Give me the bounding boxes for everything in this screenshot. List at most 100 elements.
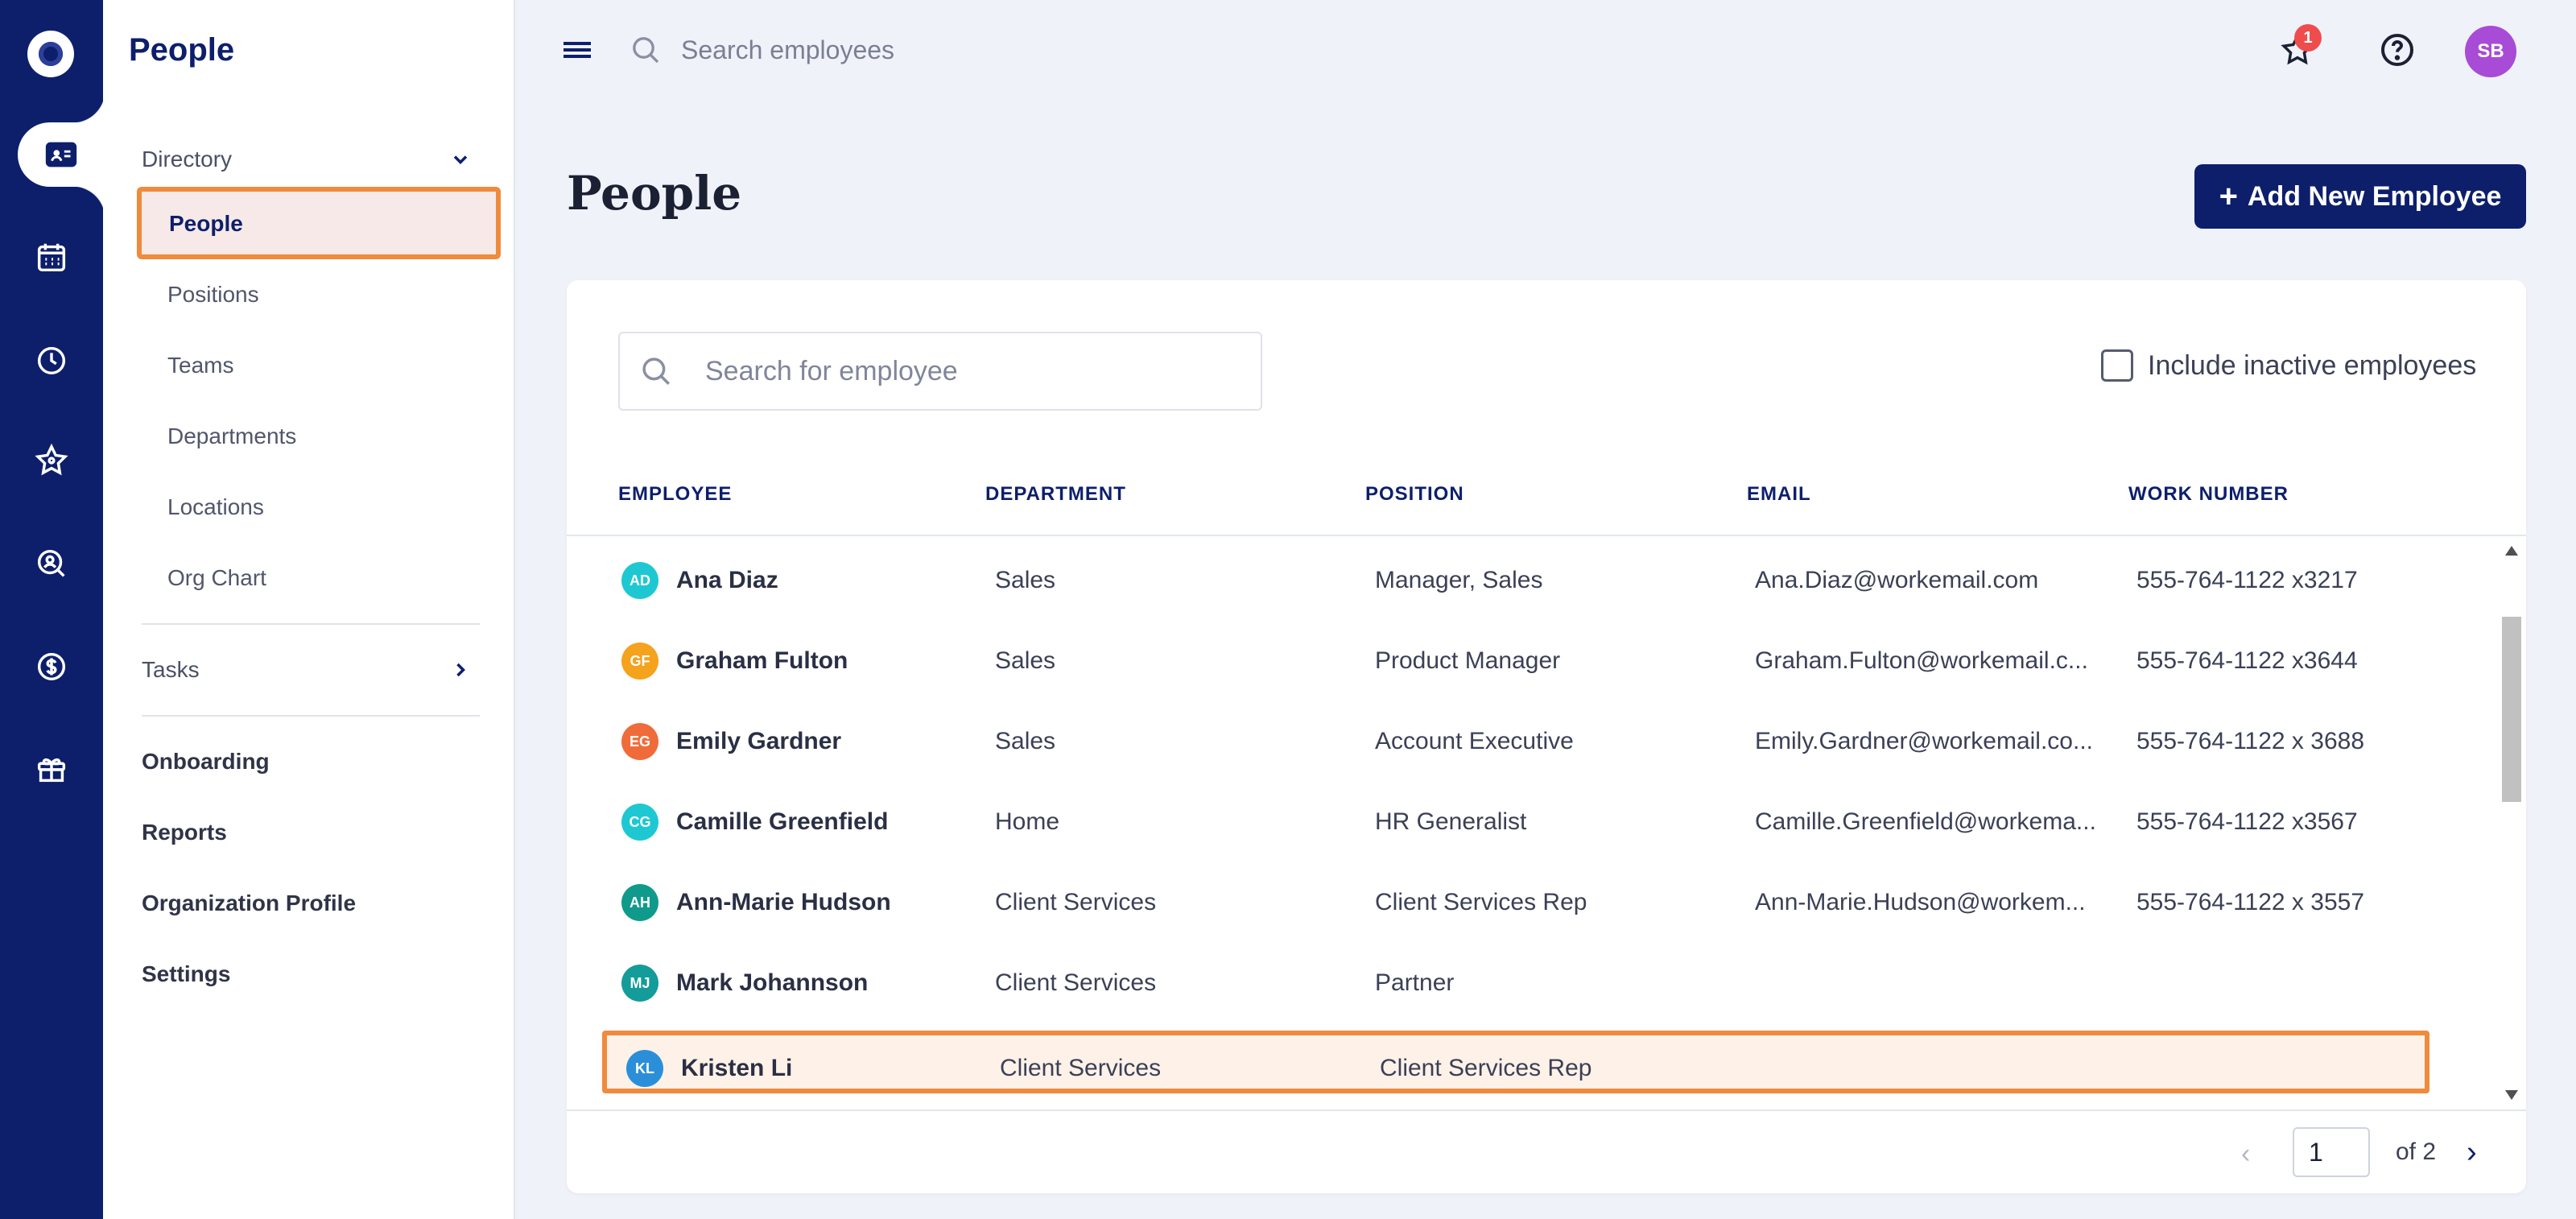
column-header-employee[interactable]: EMPLOYEE — [618, 483, 732, 506]
sidebar-section-directory[interactable]: Directory — [142, 147, 472, 172]
column-header-work-number[interactable]: WORK NUMBER — [2128, 483, 2289, 506]
employee-search[interactable] — [618, 332, 1262, 411]
include-inactive-toggle[interactable]: Include inactive employees — [2101, 349, 2476, 382]
table-row[interactable]: KL Kristen Li Client Services Client Servic… — [602, 1031, 2429, 1093]
clock-icon[interactable] — [0, 329, 103, 393]
employee-avatar: MJ — [621, 965, 658, 1002]
add-button-label: Add New Employee — [2247, 180, 2502, 212]
table-row[interactable]: GF Graham Fulton Sales Product Manager Graha… — [602, 628, 2429, 691]
employee-name[interactable]: Mark Johannson — [676, 969, 868, 997]
employee-name[interactable]: Ana Diaz — [676, 567, 778, 594]
table-row[interactable]: AD Ana Diaz Sales Manager, Sales Ana.Diaz@wo… — [602, 548, 2429, 610]
position-cell: Account Executive — [1375, 728, 1574, 754]
sidebar-item-settings[interactable]: Settings — [142, 961, 230, 987]
sidebar-item-departments[interactable]: Departments — [167, 424, 296, 449]
star-icon[interactable] — [0, 428, 103, 493]
employee-name[interactable]: Camille Greenfield — [676, 808, 888, 836]
sidebar-section-tasks[interactable]: Tasks — [142, 657, 472, 683]
chevron-right-icon — [456, 663, 465, 677]
sidebar-item-positions[interactable]: Positions — [167, 282, 259, 308]
sidebar-divider — [142, 623, 480, 625]
employee-avatar: AD — [621, 562, 658, 599]
sidebar-item-org-chart[interactable]: Org Chart — [167, 565, 266, 591]
employee-avatar: EG — [621, 723, 658, 760]
employee-name[interactable]: Graham Fulton — [676, 647, 848, 675]
position-cell: Manager, Sales — [1375, 567, 1543, 593]
employee-name[interactable]: Kristen Li — [681, 1055, 792, 1082]
sidebar-item-onboarding[interactable]: Onboarding — [142, 749, 270, 775]
department-cell: Sales — [995, 728, 1056, 754]
calendar-icon[interactable] — [0, 225, 103, 290]
sidebar-item-reports[interactable]: Reports — [142, 820, 227, 845]
directory-card-icon[interactable] — [18, 90, 105, 219]
top-search[interactable]: Search employees — [630, 34, 894, 66]
employee-name[interactable]: Emily Gardner — [676, 728, 841, 755]
person-search-icon[interactable] — [0, 531, 103, 596]
employee-avatar: GF — [621, 643, 658, 680]
table-row[interactable]: CG Camille Greenfield Home HR Generalist Cam… — [602, 789, 2429, 852]
employee-name[interactable]: Ann-Marie Hudson — [676, 889, 891, 916]
work-number-cell: 555-764-1122 x3217 — [2136, 567, 2358, 593]
column-header-position[interactable]: POSITION — [1365, 483, 1464, 506]
page-number-input[interactable] — [2293, 1127, 2370, 1177]
sidebar-section-label: Directory — [142, 147, 233, 171]
add-new-employee-button[interactable]: + Add New Employee — [2194, 164, 2526, 229]
employee-search-input[interactable] — [705, 355, 1188, 387]
position-cell: HR Generalist — [1375, 808, 1527, 835]
table-body: AD Ana Diaz Sales Manager, Sales Ana.Diaz@wo… — [567, 536, 2526, 1100]
work-number-cell: 555-764-1122 x 3557 — [2136, 889, 2365, 915]
hamburger-menu-icon[interactable] — [564, 39, 591, 61]
email-cell: Graham.Fulton@workemail.c... — [1755, 647, 2088, 674]
include-inactive-checkbox[interactable] — [2101, 349, 2133, 382]
logo-icon[interactable] — [27, 31, 74, 77]
department-cell: Sales — [995, 647, 1056, 674]
sidebar-item-teams[interactable]: Teams — [167, 353, 233, 378]
scroll-up-icon[interactable] — [2505, 546, 2518, 556]
work-number-cell: 555-764-1122 x3567 — [2136, 808, 2358, 835]
position-cell: Client Services Rep — [1380, 1055, 1592, 1081]
scrollbar-thumb[interactable] — [2502, 617, 2521, 802]
table-row[interactable]: AH Ann-Marie Hudson Client Services Client … — [602, 870, 2429, 932]
department-cell: Home — [995, 808, 1060, 835]
page-total-label: of 2 — [2396, 1138, 2437, 1165]
pagination: ‹ of 2 › — [567, 1109, 2526, 1193]
sidebar-item-organization-profile[interactable]: Organization Profile — [142, 890, 356, 916]
sidebar-item-locations[interactable]: Locations — [167, 494, 264, 520]
email-cell: Ana.Diaz@workemail.com — [1755, 567, 2039, 593]
page-title: People — [567, 166, 742, 221]
previous-page-button[interactable]: ‹ — [2241, 1138, 2250, 1170]
sidebar: People Directory People Positions Teams … — [103, 0, 515, 1219]
icon-rail — [0, 0, 105, 1219]
search-input[interactable]: Search employees — [681, 35, 894, 65]
next-page-button[interactable]: › — [2467, 1135, 2477, 1170]
sidebar-divider — [142, 715, 480, 717]
work-number-cell: 555-764-1122 x 3688 — [2136, 728, 2365, 754]
gift-icon[interactable] — [0, 736, 103, 800]
position-cell: Client Services Rep — [1375, 889, 1587, 915]
employee-avatar: KL — [626, 1050, 663, 1087]
email-cell: Ann-Marie.Hudson@workem... — [1755, 889, 2086, 915]
help-icon[interactable] — [2375, 27, 2420, 72]
chevron-down-icon — [453, 155, 468, 164]
department-cell: Client Services — [1000, 1055, 1162, 1081]
user-avatar[interactable]: SB — [2465, 26, 2516, 77]
search-icon — [633, 37, 659, 64]
table-row[interactable]: MJ Mark Johannson Client Services Partner — [602, 950, 2429, 1013]
column-header-email[interactable]: EMAIL — [1747, 483, 1811, 506]
search-icon — [642, 357, 670, 385]
column-header-department[interactable]: DEPARTMENT — [985, 483, 1126, 506]
department-cell: Client Services — [995, 889, 1157, 915]
notification-badge: 1 — [2294, 24, 2322, 52]
scroll-down-icon[interactable] — [2505, 1090, 2518, 1100]
plus-icon: + — [2219, 178, 2238, 214]
employee-avatar: CG — [621, 804, 658, 841]
include-inactive-label: Include inactive employees — [2148, 349, 2477, 381]
table-row[interactable]: EG Emily Gardner Sales Account Executive Emi… — [602, 709, 2429, 771]
sidebar-item-people[interactable]: People — [137, 187, 501, 259]
department-cell: Sales — [995, 567, 1056, 593]
dollar-icon[interactable] — [0, 634, 103, 699]
sidebar-item-label: People — [169, 211, 243, 236]
position-cell: Product Manager — [1375, 647, 1561, 674]
email-cell: Emily.Gardner@workemail.co... — [1755, 728, 2093, 754]
position-cell: Partner — [1375, 969, 1455, 996]
